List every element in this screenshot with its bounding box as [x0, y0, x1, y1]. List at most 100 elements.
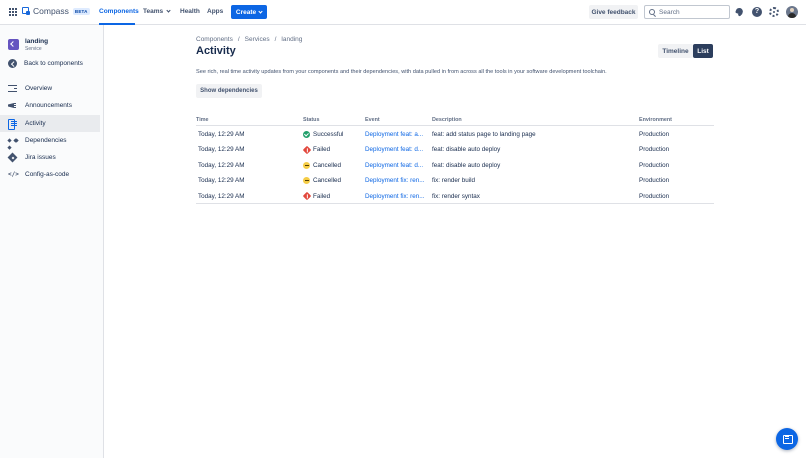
give-feedback-button[interactable]: Give feedback: [589, 5, 638, 19]
activity-icon: [8, 118, 17, 130]
megaphone-icon: [8, 101, 17, 110]
sidebar-item-jira-issues[interactable]: Jira issues: [0, 149, 100, 166]
row-status-label: Failed: [313, 192, 331, 200]
row-status: Cancelled: [303, 161, 342, 169]
nav-apps[interactable]: Apps: [207, 8, 223, 15]
row-status-label: Cancelled: [313, 177, 342, 184]
apps-grid-icon[interactable]: [9, 8, 17, 16]
row-event-link[interactable]: Deployment feat: d...: [365, 162, 427, 169]
code-icon: </>: [8, 171, 19, 178]
top-navigation: Compass BETA Components Teams Health App…: [0, 0, 806, 25]
table-row: Today, 12:29 AM Cancelled Deployment fea…: [196, 157, 714, 173]
row-description: feat: add status page to landing page: [432, 130, 536, 138]
view-toggle: Timeline List: [658, 44, 713, 58]
row-event-link[interactable]: Deployment fix: ren...: [365, 193, 427, 200]
row-event-link[interactable]: Deployment fix: ren...: [365, 177, 427, 184]
sidebar-item-activity[interactable]: Activity: [0, 114, 100, 132]
row-time: Today, 12:29 AM: [198, 192, 245, 200]
create-button-label: Create: [235, 8, 257, 16]
list-view-button[interactable]: List: [693, 44, 713, 58]
search-input[interactable]: [659, 8, 729, 16]
sidebar-item-label: Config-as-code: [25, 171, 70, 178]
row-environment: Production: [639, 161, 670, 169]
row-time: Today, 12:29 AM: [198, 161, 245, 169]
row-description: fix: render build: [432, 177, 476, 184]
table-row: Today, 12:29 AM Failed Deployment feat: …: [196, 142, 714, 158]
sidebar-item-dependencies[interactable]: Dependencies: [0, 132, 100, 149]
jira-icon: [8, 153, 17, 162]
row-environment: Production: [639, 130, 670, 138]
sidebar-item-config-as-code[interactable]: </> Config-as-code: [0, 166, 100, 183]
page-title: Activity: [196, 45, 236, 57]
breadcrumb: Components / Services / landing: [196, 36, 303, 43]
row-time: Today, 12:29 AM: [198, 177, 245, 184]
table-header: Time Status Event Description Environmen…: [196, 116, 714, 126]
failed-error-icon: [302, 191, 311, 201]
row-time: Today, 12:29 AM: [198, 130, 245, 138]
dependencies-icon: [8, 136, 17, 145]
breadcrumb-services[interactable]: Services: [245, 36, 270, 43]
nav-teams[interactable]: Teams: [143, 8, 171, 15]
column-header-event: Event: [365, 117, 380, 123]
row-status-label: Failed: [313, 146, 331, 153]
row-status-label: Cancelled: [313, 161, 342, 169]
row-event-link[interactable]: Deployment feat: d...: [365, 146, 427, 153]
row-status-label: Successful: [313, 130, 344, 138]
compass-logo[interactable]: Compass BETA: [22, 6, 90, 16]
breadcrumb-components[interactable]: Components: [196, 36, 233, 43]
sidebar-item-announcements[interactable]: Announcements: [0, 97, 100, 114]
row-environment: Production: [639, 192, 670, 200]
chevron-down-icon: [258, 8, 263, 14]
row-event-link[interactable]: Deployment feat: a...: [365, 131, 427, 138]
sidebar-item-label: Announcements: [25, 102, 72, 109]
nav-components[interactable]: Components: [99, 8, 139, 15]
service-icon: [8, 39, 19, 50]
row-environment: Production: [639, 146, 670, 153]
activity-table: Time Status Event Description Environmen…: [196, 116, 714, 204]
cancelled-icon: [303, 161, 310, 169]
sidebar-item-label: Dependencies: [25, 136, 67, 144]
row-time: Today, 12:29 AM: [198, 146, 245, 153]
row-environment: Production: [639, 177, 670, 184]
cancelled-icon: [303, 177, 310, 184]
user-avatar[interactable]: [786, 6, 798, 18]
nav-health[interactable]: Health: [180, 8, 200, 15]
nav-active-indicator: [99, 23, 135, 25]
compass-logo-icon: [22, 7, 30, 15]
sidebar: landing Service Back to components Overv…: [0, 25, 104, 458]
table-row: Today, 12:29 AM Cancelled Deployment fix…: [196, 173, 714, 189]
column-header-status: Status: [303, 117, 320, 123]
breadcrumb-landing[interactable]: landing: [281, 36, 302, 43]
row-description: feat: disable auto deploy: [432, 161, 501, 169]
back-arrow-icon: [8, 59, 17, 68]
notifications-bell-icon[interactable]: [735, 7, 745, 17]
component-name: landing: [25, 38, 49, 45]
table-row: Today, 12:29 AM Failed Deployment fix: r…: [196, 188, 714, 204]
sidebar-item-label: Activity: [25, 119, 46, 127]
timeline-view-button[interactable]: Timeline: [658, 44, 693, 58]
create-button[interactable]: Create: [231, 5, 267, 19]
sidebar-item-overview[interactable]: Overview: [0, 80, 100, 97]
search-box[interactable]: [644, 5, 730, 19]
chat-feedback-icon[interactable]: [776, 428, 798, 450]
app-name: Compass: [33, 6, 69, 16]
column-header-description: Description: [432, 117, 462, 123]
help-icon[interactable]: ?: [752, 7, 762, 17]
row-description: fix: render syntax: [432, 192, 480, 200]
beta-badge: BETA: [72, 7, 90, 15]
settings-gear-icon[interactable]: [769, 7, 779, 17]
row-status: Failed: [302, 191, 331, 201]
overview-icon: [8, 84, 17, 93]
back-to-components-label: Back to components: [24, 60, 83, 67]
table-row: Today, 12:29 AM Successful Deployment fe…: [196, 126, 714, 142]
show-dependencies-button[interactable]: Show dependencies: [196, 84, 262, 98]
page-description: See rich, real time activity updates fro…: [196, 69, 607, 75]
back-to-components-link[interactable]: Back to components: [8, 59, 83, 68]
row-status: Cancelled: [303, 177, 341, 184]
row-description: feat: disable auto deploy: [432, 146, 501, 153]
search-icon: [649, 9, 655, 15]
sidebar-item-label: Jira issues: [25, 154, 56, 161]
row-status: Successful: [303, 130, 344, 138]
component-type: Service: [25, 46, 42, 52]
component-header: landing Service: [8, 38, 48, 52]
